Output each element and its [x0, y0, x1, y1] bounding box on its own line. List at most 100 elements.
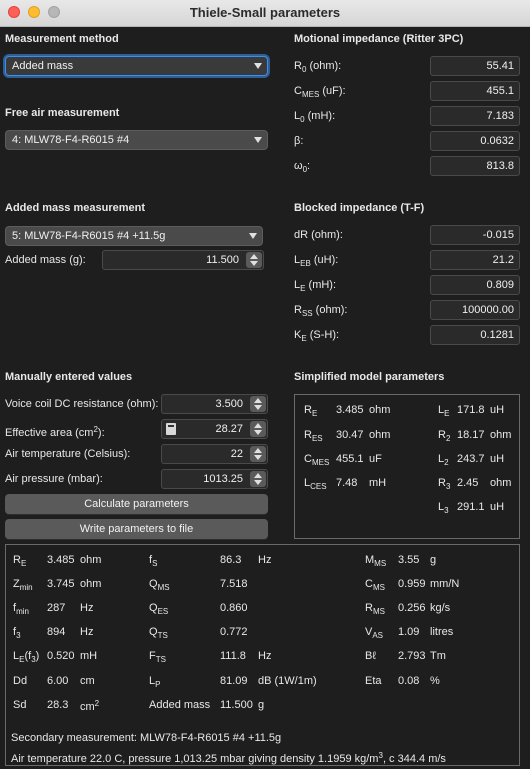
simplified-symbol: RE: [304, 404, 318, 418]
simplified-value: 18.17: [457, 429, 485, 441]
motional-row-label: β:: [294, 135, 304, 147]
result-value: 3.485: [47, 554, 75, 566]
air-conditions-text: Air temperature 22.0 C, pressure 1,013.2…: [11, 751, 446, 765]
simplified-unit: uH: [490, 453, 505, 465]
blocked-row-input[interactable]: 0.809: [430, 275, 520, 295]
result-symbol: RMS: [365, 602, 385, 616]
blocked-row-label: LEB (uH):: [294, 254, 339, 268]
result-unit: litres: [430, 626, 454, 638]
added-mass-select[interactable]: 5: MLW78-F4-R6015 #4 +11.5g: [5, 226, 263, 246]
calculator-icon[interactable]: [166, 423, 176, 435]
result-value: 0.860: [220, 602, 248, 614]
air-pressure-input[interactable]: 1013.25: [161, 469, 268, 489]
free-air-heading: Free air measurement: [5, 107, 120, 119]
motional-row-value: 0.0632: [480, 135, 514, 147]
motional-row-input[interactable]: 55.41: [430, 56, 520, 76]
result-unit: mm/N: [430, 578, 460, 590]
result-symbol: QMS: [149, 578, 170, 592]
title-bar: Thiele-Small parameters: [0, 0, 530, 27]
blocked-row-value: 21.2: [492, 254, 514, 266]
air-pressure-value: 1013.25: [203, 473, 243, 485]
effective-area-label: Effective area (cm2):: [5, 425, 105, 439]
result-symbol: Dd: [13, 675, 28, 687]
result-value: 1.09: [398, 626, 420, 638]
simplified-symbol: CMES: [304, 453, 330, 467]
blocked-row-input[interactable]: 100000.00: [430, 300, 520, 320]
blocked-row-label: KE (S-H):: [294, 329, 340, 343]
write-parameters-button[interactable]: Write parameters to file: [5, 519, 268, 539]
stepper-icon[interactable]: [250, 446, 266, 462]
simplified-value: 171.8: [457, 404, 485, 416]
voice-coil-label: Voice coil DC resistance (ohm):: [5, 398, 159, 410]
result-unit: Hz: [258, 650, 272, 662]
stepper-icon[interactable]: [250, 396, 266, 412]
voice-coil-value: 3.500: [215, 398, 243, 410]
result-unit: mH: [80, 650, 98, 662]
result-value: 287: [47, 602, 66, 614]
result-unit: g: [258, 699, 265, 711]
blocked-row-input[interactable]: 0.1281: [430, 325, 520, 345]
stepper-icon[interactable]: [250, 471, 266, 487]
motional-row-input[interactable]: 0.0632: [430, 131, 520, 151]
result-symbol: FTS: [149, 650, 166, 664]
simplified-symbol: L2: [438, 453, 449, 467]
result-symbol: Sd: [13, 699, 27, 711]
simplified-symbol: R3: [438, 477, 451, 491]
result-symbol: VAS: [365, 626, 384, 640]
stepper-icon[interactable]: [246, 252, 262, 268]
calculate-parameters-button[interactable]: Calculate parameters: [5, 494, 268, 514]
motional-row-label: CMES (uF):: [294, 85, 346, 99]
air-temp-input[interactable]: 22: [161, 444, 268, 464]
stepper-icon[interactable]: [250, 421, 266, 437]
result-value: 111.8: [220, 650, 246, 662]
result-unit: Tm: [430, 650, 446, 662]
chevron-down-icon: [254, 63, 262, 69]
motional-row-label: R0 (ohm):: [294, 60, 342, 74]
motional-row-input[interactable]: 7.183: [430, 106, 520, 126]
simplified-value: 7.48: [336, 477, 358, 489]
free-air-select[interactable]: 4: MLW78-F4-R6015 #4: [5, 130, 268, 150]
simplified-heading: Simplified model parameters: [294, 371, 445, 383]
effective-area-input[interactable]: 28.27: [161, 419, 268, 439]
result-symbol: LE(f3): [13, 650, 40, 664]
result-value: 0.772: [220, 626, 248, 638]
result-value: 0.959: [398, 578, 426, 590]
result-unit: ohm: [80, 554, 102, 566]
blocked-heading: Blocked impedance (T-F): [294, 202, 425, 214]
air-pressure-label: Air pressure (mbar):: [5, 473, 103, 485]
measurement-method-heading: Measurement method: [5, 33, 119, 45]
window-title: Thiele-Small parameters: [189, 5, 341, 20]
motional-row-value: 455.1: [486, 85, 514, 97]
blocked-row-label: RSS (ohm):: [294, 304, 348, 318]
measurement-method-value: Added mass: [12, 60, 74, 72]
result-value: 6.00: [47, 675, 69, 687]
measurement-method-select[interactable]: Added mass: [5, 56, 268, 76]
simplified-symbol: LE: [438, 404, 450, 418]
chevron-down-icon: [249, 233, 257, 239]
simplified-unit: ohm: [369, 429, 391, 441]
simplified-unit: uH: [490, 501, 505, 513]
motional-row-label: ω0:: [294, 160, 311, 174]
blocked-row-input[interactable]: -0.015: [430, 225, 520, 245]
added-mass-label: Added mass (g):: [5, 254, 86, 266]
result-symbol: Added mass: [149, 699, 211, 711]
result-value: 11.500: [220, 699, 253, 711]
added-mass-heading: Added mass measurement: [5, 202, 145, 214]
result-symbol: QES: [149, 602, 169, 616]
simplified-symbol: L3: [438, 501, 449, 515]
secondary-measurement-text: Secondary measurement: MLW78-F4-R6015 #4…: [11, 732, 282, 744]
motional-row-input[interactable]: 813.8: [430, 156, 520, 176]
simplified-value: 2.45: [457, 477, 479, 489]
result-unit: kg/s: [430, 602, 451, 614]
result-value: 28.3: [47, 699, 69, 711]
added-mass-input[interactable]: 11.500: [102, 250, 264, 270]
result-unit: Hz: [258, 554, 272, 566]
added-mass-select-value: 5: MLW78-F4-R6015 #4 +11.5g: [12, 230, 166, 242]
motional-row-input[interactable]: 455.1: [430, 81, 520, 101]
result-unit: %: [430, 675, 440, 687]
simplified-unit: ohm: [490, 429, 512, 441]
voice-coil-input[interactable]: 3.500: [161, 394, 268, 414]
blocked-row-input[interactable]: 21.2: [430, 250, 520, 270]
result-value: 7.518: [220, 578, 248, 590]
simplified-value: 3.485: [336, 404, 364, 416]
